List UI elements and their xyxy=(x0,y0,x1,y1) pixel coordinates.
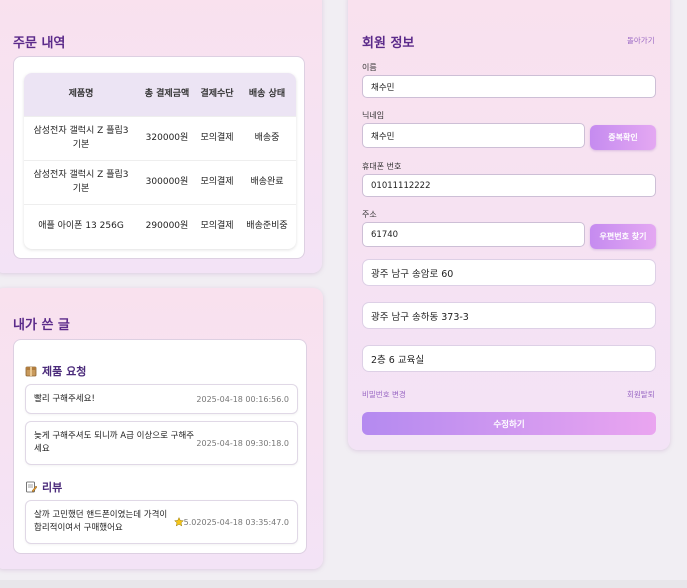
withdraw-link[interactable]: 회원탈퇴 xyxy=(627,389,655,400)
review-section-label: 리뷰 xyxy=(42,481,63,494)
page-footer-strip xyxy=(0,580,687,588)
name-label: 이름 xyxy=(362,63,377,72)
nickname-field[interactable]: 채수민 xyxy=(362,123,585,148)
cell-status: 배송준비중 xyxy=(246,220,288,231)
member-info-card: 회원 정보 돌아가기 이름 채수민 닉네임 채수민 중복확인 휴대폰 번호 01… xyxy=(348,0,670,450)
cell-product: 애플 아이폰 13 256G xyxy=(38,220,124,231)
cell-method: 모의결제 xyxy=(200,132,234,143)
postcode-field[interactable]: 61740 xyxy=(362,222,585,247)
phone-label: 휴대폰 번호 xyxy=(362,162,402,171)
cell-amount: 300000원 xyxy=(145,176,189,187)
orders-card: 주문 내역 제품명 총 결제금액 결제수단 배송 상태 삼성전자 갤럭시 Z 플… xyxy=(0,0,322,273)
nickname-label: 닉네임 xyxy=(362,111,385,120)
column-header-status: 배송 상태 xyxy=(248,88,286,99)
post-text: 살까 고민했던 핸드폰이였는데 가격이 합리적이여서 구매했어요 xyxy=(34,510,168,533)
list-item[interactable]: 살까 고민했던 핸드폰이였는데 가격이 합리적이여서 구매했어요 5.0 202… xyxy=(25,500,298,544)
orders-table-header: 제품명 총 결제금액 결제수단 배송 상태 xyxy=(24,73,296,116)
rating-value: 5.0 xyxy=(183,517,197,527)
post-date: 2025-04-18 00:16:56.0 xyxy=(196,394,289,404)
back-link[interactable]: 돌아가기 xyxy=(627,35,655,46)
cell-amount: 290000원 xyxy=(145,220,189,231)
column-header-product: 제품명 xyxy=(68,88,94,99)
table-row[interactable]: 삼성전자 갤럭시 Z 플립3 기본 300000원 모의결제 배송완료 xyxy=(24,160,296,204)
cell-amount: 320000원 xyxy=(145,132,189,143)
cell-method: 모의결제 xyxy=(200,176,234,187)
submit-button[interactable]: 수정하기 xyxy=(362,412,656,435)
address-line1-field[interactable]: 광주 남구 송암로 60 xyxy=(362,259,656,286)
cell-status: 배송중 xyxy=(254,132,280,143)
cell-product: 삼성전자 갤럭시 Z 플립3 기본 xyxy=(33,170,129,194)
column-header-amount: 총 결제금액 xyxy=(144,88,190,99)
address-line3-field[interactable]: 2층 6 교육실 xyxy=(362,345,656,372)
request-section-label: 제품 요청 xyxy=(42,365,87,378)
phone-field[interactable]: 01011112222 xyxy=(362,174,656,197)
change-password-link[interactable]: 비밀번호 변경 xyxy=(362,389,406,400)
cell-status: 배송완료 xyxy=(250,176,284,187)
box-icon xyxy=(25,366,37,377)
post-text: 늦게 구해주셔도 되니까 A급 이상으로 구해주세요 xyxy=(34,431,195,454)
table-row[interactable]: 삼성전자 갤럭시 Z 플립3 기본 320000원 모의결제 배송중 xyxy=(24,116,296,160)
cell-method: 모의결제 xyxy=(200,220,234,231)
postcode-search-button[interactable]: 우편번호 찾기 xyxy=(590,224,656,249)
posts-title: 내가 쓴 글 xyxy=(13,318,70,333)
column-header-method: 결제수단 xyxy=(200,88,234,99)
posts-card: 내가 쓴 글 제품 요청 빨리 구해주세요! 2025-04-18 00:16:… xyxy=(0,288,323,569)
post-date: 2025-04-18 09:30:18.0 xyxy=(196,438,289,448)
list-item[interactable]: 늦게 구해주셔도 되니까 A급 이상으로 구해주세요 2025-04-18 09… xyxy=(25,421,298,465)
orders-panel: 제품명 총 결제금액 결제수단 배송 상태 삼성전자 갤럭시 Z 플립3 기본 … xyxy=(13,56,305,259)
list-item[interactable]: 빨리 구해주세요! 2025-04-18 00:16:56.0 xyxy=(25,384,298,414)
cell-product: 삼성전자 갤럭시 Z 플립3 기본 xyxy=(33,126,129,150)
request-section-heading: 제품 요청 xyxy=(25,363,86,379)
review-rating: 5.0 2025-04-18 03:35:47.0 xyxy=(173,517,289,527)
duplicate-check-button[interactable]: 중복확인 xyxy=(590,125,656,150)
address-label: 주소 xyxy=(362,210,377,219)
post-text: 빨리 구해주세요! xyxy=(34,393,95,404)
orders-table: 제품명 총 결제금액 결제수단 배송 상태 삼성전자 갤럭시 Z 플립3 기본 … xyxy=(24,73,296,249)
post-date: 2025-04-18 03:35:47.0 xyxy=(196,517,289,527)
name-field[interactable]: 채수민 xyxy=(362,75,656,98)
posts-panel: 제품 요청 빨리 구해주세요! 2025-04-18 00:16:56.0 늦게… xyxy=(13,339,307,554)
review-section-heading: 리뷰 xyxy=(25,479,62,495)
star-icon xyxy=(173,517,184,527)
address-line2-field[interactable]: 광주 남구 송하동 373-3 xyxy=(362,302,656,329)
memo-icon xyxy=(26,481,37,493)
table-row[interactable]: 애플 아이폰 13 256G 290000원 모의결제 배송준비중 xyxy=(24,204,296,248)
member-title: 회원 정보 xyxy=(362,36,415,51)
orders-title: 주문 내역 xyxy=(13,36,66,51)
